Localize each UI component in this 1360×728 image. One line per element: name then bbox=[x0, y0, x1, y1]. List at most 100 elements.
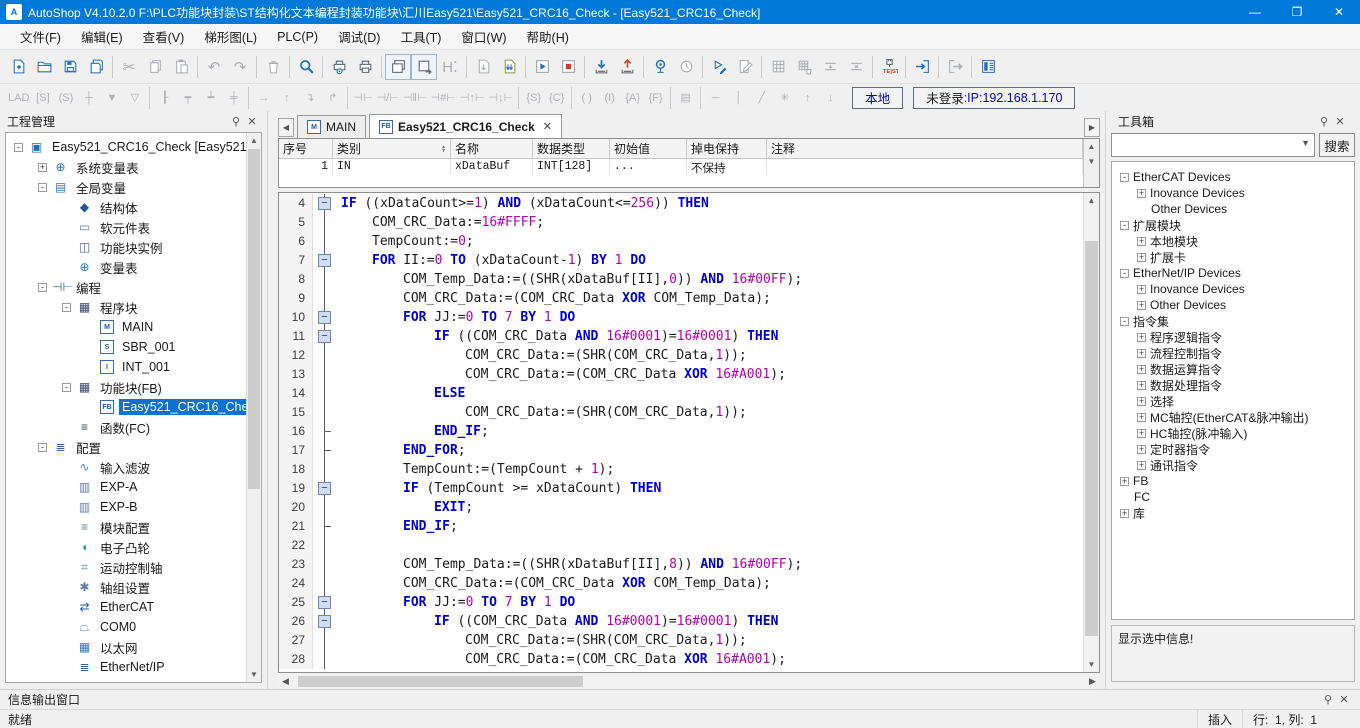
download-button[interactable] bbox=[588, 54, 614, 80]
line-corner-up-icon[interactable]: ↱ bbox=[321, 87, 344, 109]
toolbox-item-21[interactable]: +库 bbox=[1112, 505, 1354, 521]
expand-icon[interactable]: + bbox=[1120, 509, 1129, 518]
toolbox-item-0[interactable]: -EtherCAT Devices bbox=[1112, 169, 1354, 185]
coil-a-icon[interactable]: {A} bbox=[621, 87, 644, 109]
column-header-3[interactable]: 数据类型 bbox=[533, 139, 610, 158]
contact-no-icon[interactable]: ⊣⊢ bbox=[351, 87, 374, 109]
coil-out-icon[interactable]: ( ) bbox=[575, 87, 598, 109]
expand-icon[interactable]: + bbox=[1137, 445, 1146, 454]
tree-item-0[interactable]: -▣Easy521_CRC16_Check [Easy521] bbox=[6, 137, 245, 157]
expand-icon[interactable]: + bbox=[1137, 381, 1146, 390]
table-row[interactable]: 1INxDataBufINT[128]...不保持 bbox=[279, 159, 1083, 175]
column-header-0[interactable]: 序号 bbox=[279, 139, 333, 158]
fold-collapse-icon[interactable]: − bbox=[318, 482, 331, 495]
hscroll-thumb[interactable] bbox=[298, 676, 583, 687]
step-merge-icon[interactable]: ╪ bbox=[222, 87, 245, 109]
contact-parallel-nc-icon[interactable]: ⊣#⊢ bbox=[429, 87, 458, 109]
table-scrollbar[interactable]: ▲ ▼ bbox=[1083, 139, 1099, 187]
redo-icon[interactable]: ↷ bbox=[227, 54, 253, 80]
tree-item-10[interactable]: SSBR_001 bbox=[6, 337, 245, 357]
collapse-icon[interactable]: - bbox=[1120, 221, 1129, 230]
tree-item-9[interactable]: MMAIN bbox=[6, 317, 245, 337]
toolbox-item-2[interactable]: Other Devices bbox=[1112, 201, 1354, 217]
contact-nc-icon[interactable]: ⊣/⊢ bbox=[375, 87, 401, 109]
tree-item-16[interactable]: ∿输入滤波 bbox=[6, 457, 245, 477]
device-panel-icon[interactable] bbox=[975, 54, 1001, 80]
toolbox-item-15[interactable]: +MC轴控(EtherCAT&脉冲输出) bbox=[1112, 409, 1354, 425]
collapse-icon[interactable]: - bbox=[1120, 269, 1129, 278]
table-scroll-down-icon[interactable]: ▼ bbox=[1084, 154, 1099, 169]
tree-item-20[interactable]: ◖电子凸轮 bbox=[6, 537, 245, 557]
tree-item-25[interactable]: ▦以太网 bbox=[6, 637, 245, 657]
window-export-icon[interactable] bbox=[411, 54, 437, 80]
copy-icon[interactable] bbox=[142, 54, 168, 80]
tree-item-24[interactable]: ⏢COM0 bbox=[6, 617, 245, 637]
toolbox-item-5[interactable]: +扩展卡 bbox=[1112, 249, 1354, 265]
expand-icon[interactable]: + bbox=[1137, 333, 1146, 342]
table-scroll-up-icon[interactable]: ▲ bbox=[1084, 139, 1099, 154]
menu-item-2[interactable]: 查看(V) bbox=[133, 23, 195, 50]
contact-rising-icon[interactable]: ⊣↑⊢ bbox=[458, 87, 487, 109]
open-project-icon[interactable] bbox=[31, 54, 57, 80]
menu-item-4[interactable]: PLC(P) bbox=[267, 26, 328, 48]
run-button[interactable] bbox=[529, 54, 555, 80]
scroll-thumb[interactable] bbox=[248, 149, 260, 489]
code-scroll-up-icon[interactable]: ▲ bbox=[1084, 193, 1099, 208]
code-horizontal-scrollbar[interactable]: ◀ ▶ bbox=[278, 674, 1100, 689]
online-delete-icon[interactable] bbox=[791, 54, 817, 80]
cut-icon[interactable]: ✂ bbox=[116, 54, 142, 80]
window-cascade-icon[interactable] bbox=[385, 54, 411, 80]
close-button[interactable]: ✕ bbox=[1318, 0, 1360, 24]
expand-icon[interactable]: + bbox=[1137, 413, 1146, 422]
s-coil-icon[interactable]: (S) bbox=[54, 87, 77, 109]
coil-invert-icon[interactable]: (I) bbox=[598, 87, 621, 109]
toolbox-search-input[interactable]: ▼ bbox=[1111, 133, 1315, 157]
fold-collapse-icon[interactable]: − bbox=[318, 615, 331, 628]
force-edit-icon[interactable] bbox=[732, 54, 758, 80]
stop-button[interactable] bbox=[555, 54, 581, 80]
close-icon[interactable]: ✕ bbox=[244, 115, 260, 128]
toolbox-item-17[interactable]: +定时器指令 bbox=[1112, 441, 1354, 457]
tree-item-26[interactable]: ≣EtherNet/IP bbox=[6, 657, 245, 677]
column-header-1[interactable]: 类别▲▼ bbox=[333, 139, 451, 158]
tree-item-14[interactable]: ≡函数(FC) bbox=[6, 417, 245, 437]
save-icon[interactable] bbox=[57, 54, 83, 80]
tree-item-15[interactable]: -≣配置 bbox=[6, 437, 245, 457]
tree-item-6[interactable]: ⊕变量表 bbox=[6, 257, 245, 277]
mid-line-icon[interactable]: ┼ bbox=[77, 87, 100, 109]
logout-button[interactable] bbox=[942, 54, 968, 80]
row-up-icon[interactable]: ↑ bbox=[796, 87, 819, 109]
append-down-icon[interactable]: ▽ bbox=[123, 87, 146, 109]
instruction-box-icon[interactable]: ▤ bbox=[674, 87, 697, 109]
close-icon[interactable]: ✕ bbox=[1332, 115, 1348, 128]
expand-icon[interactable]: + bbox=[1137, 189, 1146, 198]
login-button[interactable] bbox=[909, 54, 935, 80]
toolbox-item-20[interactable]: FC bbox=[1112, 489, 1354, 505]
tree-item-7[interactable]: -⊣⊢编程 bbox=[6, 277, 245, 297]
sort-icon[interactable]: ▲▼ bbox=[441, 145, 446, 153]
expand-icon[interactable]: + bbox=[1137, 237, 1146, 246]
upload-button[interactable] bbox=[614, 54, 640, 80]
save-all-icon[interactable] bbox=[83, 54, 109, 80]
tree-item-19[interactable]: ≡模块配置 bbox=[6, 517, 245, 537]
fold-collapse-icon[interactable]: − bbox=[318, 311, 331, 324]
collapse-icon[interactable]: - bbox=[1120, 317, 1129, 326]
toolbox-item-13[interactable]: +数据处理指令 bbox=[1112, 377, 1354, 393]
tree-item-18[interactable]: ▥EXP-B bbox=[6, 497, 245, 517]
collapse-icon[interactable]: - bbox=[38, 443, 47, 452]
restore-button[interactable]: ❐ bbox=[1276, 0, 1318, 24]
align-bottom-icon[interactable] bbox=[843, 54, 869, 80]
collapse-icon[interactable]: - bbox=[62, 383, 71, 392]
monitor-icon[interactable] bbox=[647, 54, 673, 80]
column-header-5[interactable]: 掉电保持 bbox=[687, 139, 767, 158]
toolbox-item-10[interactable]: +程序逻辑指令 bbox=[1112, 329, 1354, 345]
new-file-icon[interactable] bbox=[5, 54, 31, 80]
collapse-icon[interactable]: - bbox=[38, 183, 47, 192]
expand-icon[interactable]: + bbox=[1137, 397, 1146, 406]
tree-item-13[interactable]: FBEasy521_CRC16_Check bbox=[6, 397, 245, 417]
contact-falling-icon[interactable]: ⊣↓⊢ bbox=[487, 87, 516, 109]
menu-item-3[interactable]: 梯形图(L) bbox=[194, 23, 267, 50]
expand-icon[interactable]: + bbox=[1137, 429, 1146, 438]
tree-item-8[interactable]: -▦程序块 bbox=[6, 297, 245, 317]
expand-icon[interactable]: + bbox=[1137, 365, 1146, 374]
